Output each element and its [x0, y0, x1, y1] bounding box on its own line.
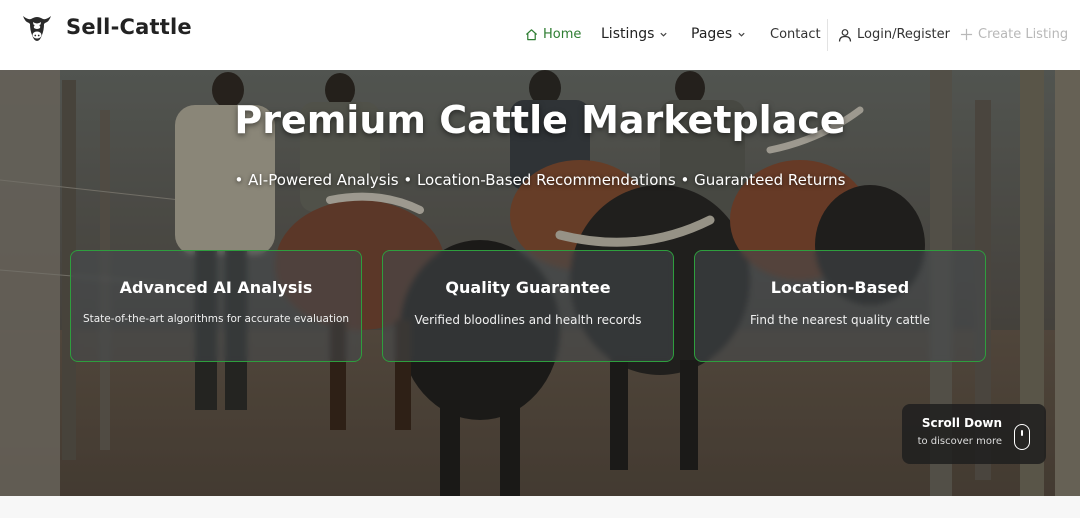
mouse-scroll-icon — [1014, 424, 1030, 450]
nav-home-label: Home — [543, 27, 582, 42]
plus-icon — [960, 28, 973, 41]
nav-divider — [827, 19, 828, 51]
hero-section: Premium Cattle Marketplace • AI-Powered … — [0, 70, 1080, 496]
scroll-down-subtitle: to discover more — [917, 436, 1002, 447]
hero-title: Premium Cattle Marketplace — [234, 98, 846, 142]
nav-listings-label: Listings — [601, 26, 655, 42]
feature-card-desc: Verified bloodlines and health records — [414, 313, 642, 327]
scroll-down-title: Scroll Down — [921, 416, 1002, 430]
nav-pages-label: Pages — [691, 26, 733, 42]
nav-login[interactable]: Login/Register — [838, 27, 950, 42]
site-header: Sell-Cattle Home Listings Pages Contact — [0, 0, 1080, 70]
feature-card-location[interactable]: Location-Based Find the nearest quality … — [694, 250, 986, 362]
feature-card-title: Quality Guarantee — [445, 278, 611, 297]
nav-home[interactable]: Home — [525, 27, 581, 42]
main-nav: Home Listings Pages Contact Login/Regist… — [0, 26, 1080, 48]
nav-pages[interactable]: Pages — [691, 26, 746, 42]
feature-card-title: Advanced AI Analysis — [119, 278, 313, 297]
home-icon — [525, 29, 538, 41]
nav-listings[interactable]: Listings — [601, 26, 668, 42]
nav-login-label: Login/Register — [857, 27, 950, 42]
hero-subtitle: • AI-Powered Analysis • Location-Based R… — [234, 171, 846, 189]
nav-contact-label: Contact — [770, 27, 821, 42]
scroll-down-button[interactable]: Scroll Down to discover more — [902, 404, 1046, 464]
next-section-edge — [0, 496, 1080, 518]
chevron-down-icon — [738, 32, 745, 37]
nav-create-listing-label: Create Listing — [978, 27, 1069, 42]
feature-card-desc: State-of-the-art algorithms for accurate… — [82, 313, 350, 325]
feature-card-ai[interactable]: Advanced AI Analysis State-of-the-art al… — [70, 250, 362, 362]
nav-contact[interactable]: Contact — [770, 27, 821, 42]
user-icon — [838, 28, 852, 42]
chevron-down-icon — [660, 32, 668, 37]
nav-create-listing[interactable]: Create Listing — [960, 27, 1068, 42]
feature-card-quality[interactable]: Quality Guarantee Verified bloodlines an… — [382, 250, 674, 362]
feature-card-title: Location-Based — [770, 278, 910, 297]
feature-card-desc: Find the nearest quality cattle — [749, 313, 931, 327]
